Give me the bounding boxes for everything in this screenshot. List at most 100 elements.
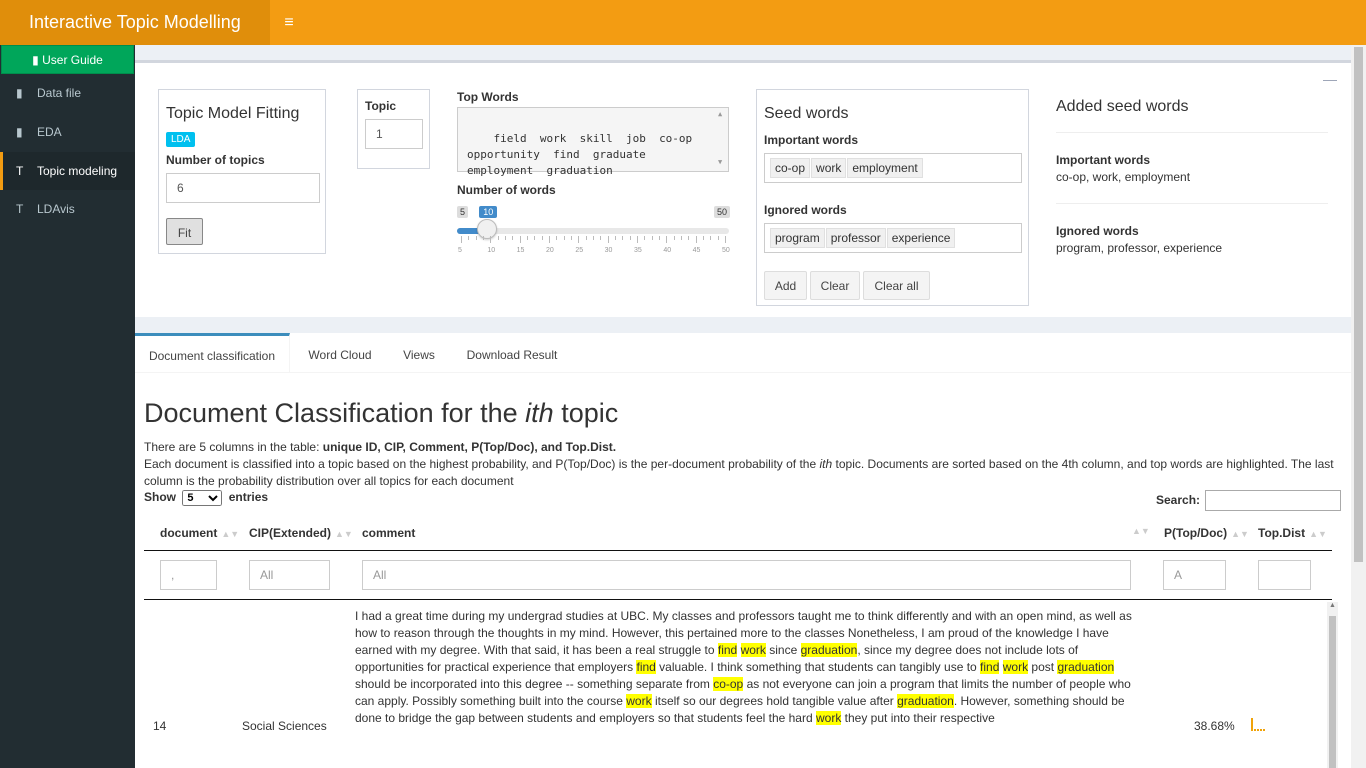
slider-tick	[637, 236, 638, 243]
table-scrollbar-thumb[interactable]	[1329, 616, 1336, 768]
slider-minor-tick	[651, 236, 653, 240]
desc-bold: unique ID, CIP, Comment, P(Top/Doc), and…	[322, 440, 617, 454]
page-scrollbar-thumb[interactable]	[1354, 47, 1363, 562]
slider-tick-label: 35	[634, 247, 642, 254]
header-label: comment	[362, 526, 416, 540]
filter-cip[interactable]: All	[249, 560, 330, 590]
important-tag[interactable]: employment	[847, 158, 923, 178]
desc-text: There are 5 columns in the table:	[144, 440, 323, 454]
ignored-tag[interactable]: program	[770, 228, 825, 248]
page-length-control: Show 5 entries	[144, 490, 268, 506]
page-scrollbar[interactable]	[1351, 45, 1366, 768]
header-comment[interactable]: comment	[362, 526, 415, 540]
cell-document: 14	[153, 719, 167, 733]
slider-tick-label: 30	[604, 247, 613, 254]
slider-tick	[490, 236, 492, 243]
desc-em: ith	[819, 457, 833, 471]
entries-label: entries	[228, 490, 269, 504]
tab-word-cloud[interactable]: Word Cloud	[298, 333, 382, 373]
slider-minor-tick	[659, 236, 660, 240]
topic-input[interactable]: 1	[365, 119, 423, 149]
added-important-text: co-op, work, employment	[1056, 170, 1191, 184]
slider-minor-tick	[593, 236, 594, 240]
clear-all-button[interactable]: Clear all	[863, 271, 930, 300]
num-topics-input[interactable]: 6	[166, 173, 320, 203]
sidebar-item-ldavis[interactable]: T LDAvis	[0, 190, 135, 228]
cell-comment: I had a great time during my undergrad s…	[355, 609, 1132, 725]
slider-minor-tick	[563, 236, 565, 240]
spark-bar	[1254, 729, 1256, 731]
desc-text: Each document is classified into a topic…	[144, 457, 820, 471]
slider-minor-tick	[527, 236, 528, 240]
ignored-tag[interactable]: experience	[886, 228, 956, 248]
slider-minor-tick	[534, 236, 536, 240]
important-tag[interactable]: co-op	[770, 158, 811, 178]
slider-minor-tick	[622, 236, 624, 240]
search-input[interactable]	[1205, 490, 1341, 511]
slider-minor-tick	[585, 236, 587, 240]
header-cip[interactable]: CIP(Extended) ▲▼	[249, 526, 353, 540]
sort-icon: ▲▼	[221, 529, 240, 539]
divider	[1056, 132, 1328, 133]
filter-document[interactable]: ,	[160, 560, 217, 590]
header-label: document	[160, 526, 218, 540]
added-ignored-label: Ignored words	[1056, 224, 1139, 238]
filter-comment[interactable]: All	[362, 560, 1131, 590]
sidebar-item-topic-modeling[interactable]: T Topic modeling	[0, 152, 135, 190]
user-guide-label: User Guide	[42, 53, 103, 67]
table-scrollbar[interactable]: ▲	[1327, 602, 1338, 768]
fit-button[interactable]: Fit	[166, 218, 203, 245]
divider	[1056, 203, 1328, 204]
menu-toggle-icon[interactable]: ≡	[270, 0, 308, 45]
tab-document-classification[interactable]: Document classification	[135, 333, 290, 373]
top-words-textarea[interactable]: field work skill job co-op opportunity f…	[457, 107, 729, 177]
ignored-tag[interactable]: professor	[825, 228, 886, 248]
scroll-up-icon[interactable]: ▲	[1329, 602, 1336, 609]
slider-minor-tick	[717, 236, 719, 240]
slider-minor-tick	[600, 236, 602, 240]
sort-icon: ▲▼	[1231, 529, 1249, 539]
controls-panel: — Topic Model Fitting LDA Number of topi…	[135, 60, 1351, 317]
added-seed-words-title: Added seed words	[1056, 98, 1189, 115]
add-button[interactable]: Add	[764, 271, 807, 300]
header-document[interactable]: document ▲▼	[160, 526, 239, 540]
sidebar-item-data-file[interactable]: ▮ Data file	[0, 74, 135, 112]
header-top-dist[interactable]: Top.Dist ▲▼	[1258, 526, 1327, 540]
ignored-words-label: Ignored words	[764, 203, 847, 217]
slider-minor-tick	[468, 236, 470, 240]
slider-tick	[666, 236, 668, 243]
top-header: Interactive Topic Modelling ≡	[0, 0, 1366, 45]
clear-button[interactable]: Clear	[810, 271, 860, 300]
num-words-slider-track[interactable]	[457, 228, 729, 234]
cell-cip: Social Sciences	[242, 719, 327, 733]
entries-select[interactable]: 5	[182, 490, 223, 506]
filter-top-dist[interactable]	[1258, 560, 1311, 590]
sidebar-item-label: LDAvis	[37, 202, 75, 216]
spark-bar	[1260, 729, 1262, 731]
sidebar-item-eda[interactable]: ▮ EDA	[0, 113, 135, 151]
important-words-label: Important words	[764, 133, 859, 147]
user-guide-button[interactable]: ▮ User Guide	[1, 45, 134, 74]
tab-views[interactable]: Views	[393, 333, 445, 373]
tab-download-result[interactable]: Download Result	[457, 333, 567, 373]
important-tag[interactable]: work	[811, 158, 847, 178]
header-p-top-doc[interactable]: P(Top/Doc) ▲▼	[1164, 526, 1249, 540]
collapse-icon[interactable]: —	[1323, 71, 1337, 87]
title-em: ith	[525, 398, 554, 428]
sort-icon: ▲▼	[1309, 529, 1327, 539]
num-words-slider-handle[interactable]	[477, 219, 498, 239]
slider-minor-tick	[710, 236, 712, 240]
slider-minor-tick	[673, 236, 675, 240]
scroll-arrows-icon[interactable]: ▲ ▼	[718, 110, 726, 166]
header-label: CIP(Extended)	[249, 526, 332, 540]
filter-p-top-doc[interactable]: A	[1163, 560, 1226, 590]
header-divider	[144, 550, 1332, 551]
important-words-input[interactable]: co-op work employment	[764, 153, 1022, 183]
tab-bar: Document classification Word Cloud Views…	[135, 333, 1351, 373]
ignored-words-input[interactable]: program professor experience	[764, 223, 1022, 253]
slider-tick-label: 15	[516, 247, 525, 254]
cell-p-top-doc: 38.68%	[1194, 719, 1235, 733]
sidebar-item-label: Data file	[37, 86, 82, 100]
num-topics-label: Number of topics	[166, 153, 265, 167]
added-ignored-text: program, professor, experience	[1056, 241, 1223, 255]
